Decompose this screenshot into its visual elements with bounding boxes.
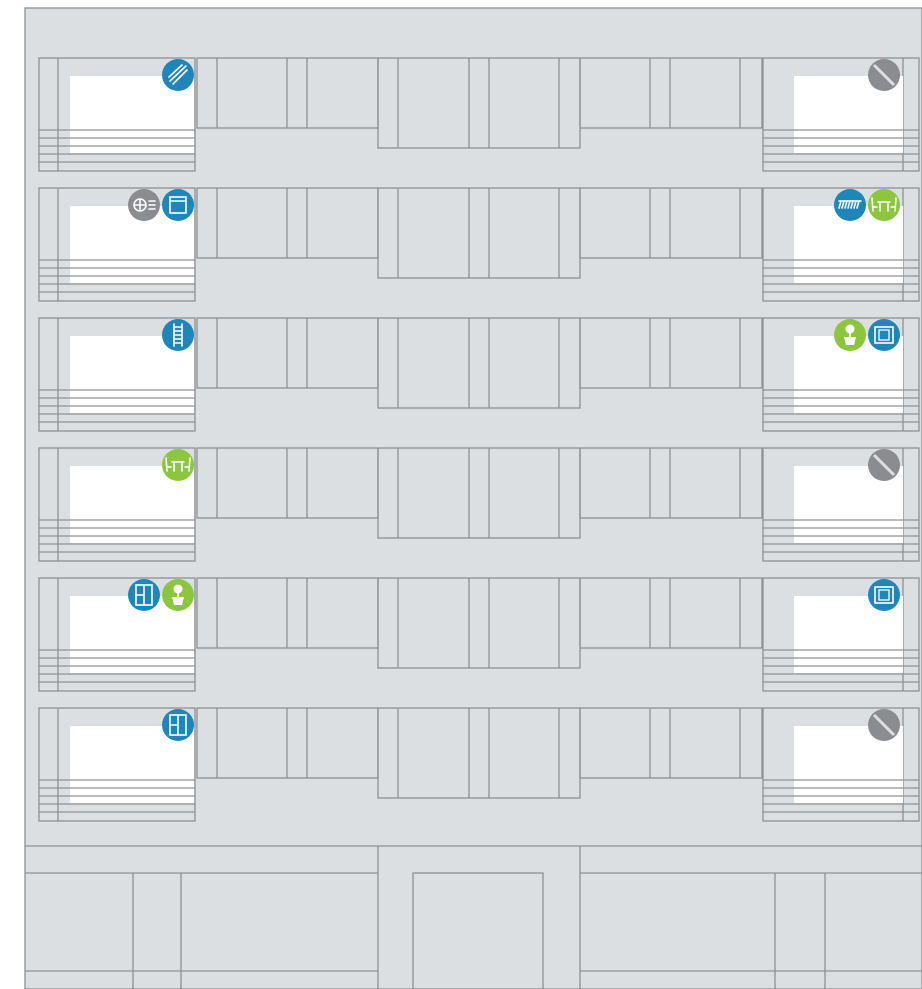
ladder-icon[interactable] [162, 319, 194, 351]
building-facade [24, 7, 922, 989]
clothes-drying-icon[interactable] [162, 59, 194, 91]
outdoor-furniture-icon[interactable] [868, 189, 900, 221]
cabinet-icon[interactable] [162, 709, 194, 741]
icon-badge [868, 319, 900, 351]
cabinet-icon[interactable] [128, 579, 160, 611]
potted-plant-icon[interactable] [162, 579, 194, 611]
window-frame-icon[interactable] [868, 579, 900, 611]
outdoor-furniture-icon[interactable] [162, 449, 194, 481]
icon-badge [162, 189, 194, 221]
potted-plant-icon[interactable] [834, 319, 866, 351]
glyph [173, 584, 183, 594]
awning-icon[interactable] [834, 189, 866, 221]
icon-badge [162, 59, 194, 91]
icon-badge [834, 189, 866, 221]
window-frame-icon[interactable] [868, 319, 900, 351]
not-available-icon[interactable] [868, 709, 900, 741]
not-available-icon[interactable] [868, 449, 900, 481]
storage-unit-icon[interactable] [162, 189, 194, 221]
glyph [172, 597, 184, 605]
icon-badge [868, 579, 900, 611]
glyph [845, 324, 855, 334]
not-available-icon[interactable] [868, 59, 900, 91]
air-conditioner-icon[interactable] [128, 189, 160, 221]
glyph [844, 337, 856, 345]
